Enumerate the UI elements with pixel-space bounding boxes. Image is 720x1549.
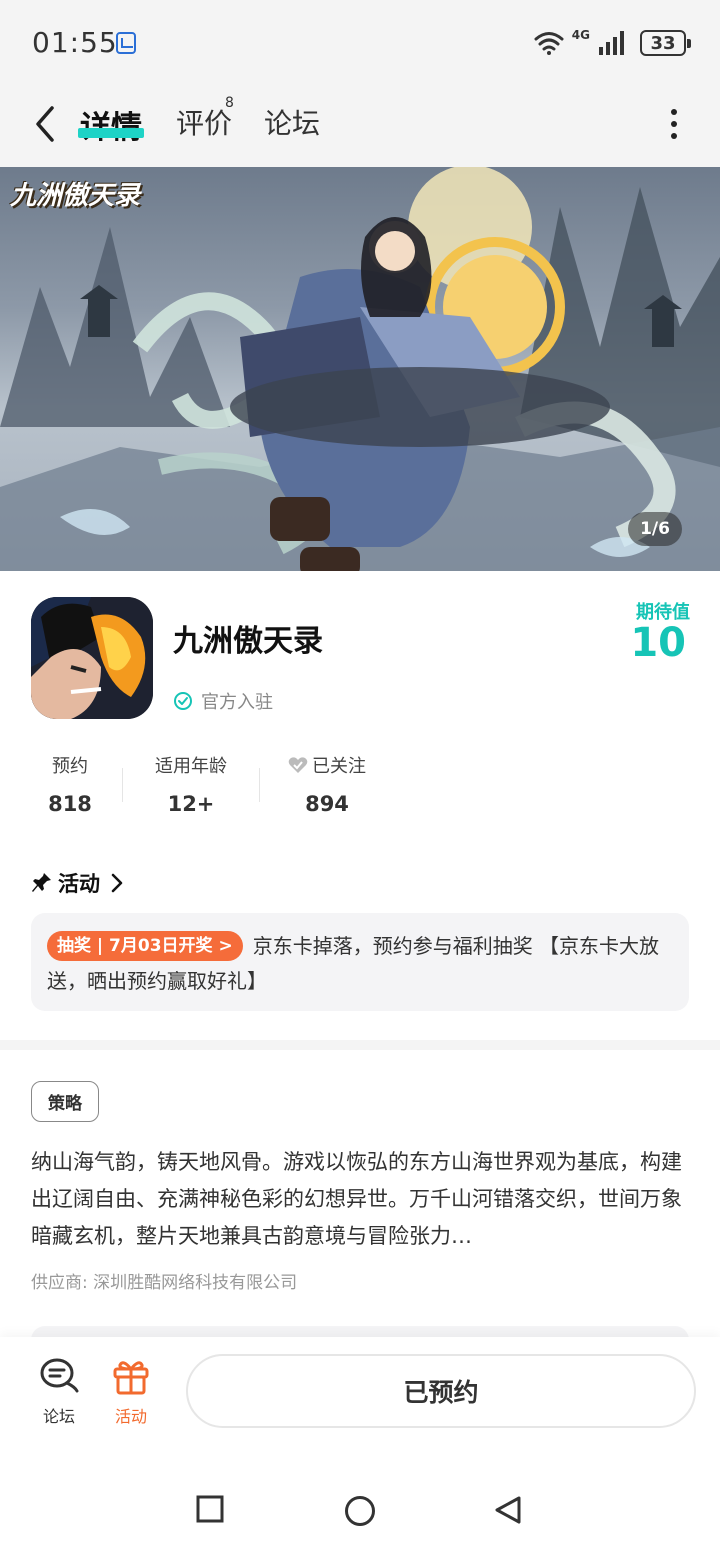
hero-logo-text: 九洲傲天录 [10, 181, 141, 211]
system-navigation-bar [0, 1457, 720, 1549]
status-time: 01:55 [32, 26, 118, 59]
stat-reservations: 预约 818 [40, 752, 100, 816]
stat-label: 预约 [52, 756, 88, 777]
game-description[interactable]: 纳山海气韵，铸天地风骨。游戏以恢弘的东方山海世界观为基底，构建出辽阔自由、充满神… [31, 1144, 691, 1255]
stat-divider [122, 768, 123, 802]
tab-detail[interactable]: 详情 [80, 102, 142, 147]
hero-image-counter: 1/6 [628, 512, 682, 546]
stat-label-text: 已关注 [312, 756, 366, 777]
tab-forum[interactable]: 论坛 [264, 102, 320, 142]
signal-icon [599, 31, 624, 55]
tab-review[interactable]: 评价 [176, 102, 232, 142]
verified-check-icon [174, 692, 192, 710]
stat-value: 12+ [167, 792, 215, 816]
app-notification-icon [116, 32, 136, 54]
activity-content: 抽奖 | 7月03日开奖 > 京东卡掉落，预约参与福利抽奖 【京东卡大放送，晒出预… [47, 929, 673, 999]
active-tab-indicator [78, 128, 144, 138]
recent-apps-icon[interactable] [196, 1495, 224, 1523]
hero-artwork [0, 167, 720, 571]
stat-divider [259, 768, 260, 802]
more-icon[interactable] [670, 108, 678, 140]
activity-button[interactable]: 活动 [101, 1357, 161, 1427]
forum-button[interactable]: 论坛 [29, 1357, 89, 1427]
stat-age-rating: 适用年龄 12+ [148, 752, 234, 816]
forum-label: 论坛 [42, 1407, 75, 1426]
status-indicators: 4G 33 [534, 28, 691, 58]
gift-icon [113, 1361, 149, 1395]
hero-banner[interactable]: 九洲傲天录 [0, 167, 720, 571]
stat-value: 818 [48, 792, 92, 816]
activity-title: 活动 [58, 872, 100, 896]
app-name: 九洲傲天录 [173, 624, 323, 659]
chevron-right-icon [111, 873, 123, 893]
battery-icon: 33 [640, 30, 691, 56]
app-icon [31, 597, 153, 719]
expect-value: 10 [630, 620, 686, 666]
lottery-badge[interactable]: 抽奖 | 7月03日开奖 > [47, 931, 243, 961]
verified-badge: 官方入驻 [173, 688, 273, 714]
strategy-tag[interactable]: 策略 [31, 1081, 99, 1122]
forum-icon [40, 1358, 79, 1393]
network-type: 4G [571, 28, 590, 42]
wifi-icon [534, 32, 564, 55]
section-divider [0, 1040, 720, 1050]
stat-value: 894 [305, 792, 349, 816]
reserved-button[interactable]: 已预约 [186, 1354, 696, 1428]
status-bar: 01:55 4G 33 [0, 0, 720, 86]
activity-label: 活动 [114, 1407, 147, 1426]
activity-header[interactable]: 活动 [32, 868, 124, 898]
bottom-action-bar: 论坛 活动 已预约 [0, 1337, 720, 1457]
heart-icon [288, 757, 308, 773]
stat-label: 适用年龄 [155, 756, 227, 777]
pin-icon [32, 873, 51, 892]
review-count-badge: 8 [225, 95, 234, 111]
stat-followers[interactable]: 已关注 894 [284, 752, 370, 816]
verified-label: 官方入驻 [201, 692, 273, 713]
activity-card[interactable]: 抽奖 | 7月03日开奖 > 京东卡掉落，预约参与福利抽奖 【京东卡大放送，晒出预… [31, 913, 689, 1011]
home-icon[interactable] [344, 1495, 376, 1527]
stat-label-followers: 已关注 [284, 752, 370, 778]
top-nav: 详情 评价 论坛 [0, 86, 720, 167]
back-icon[interactable] [30, 104, 60, 144]
supplier-info: 供应商: 深圳胜酷网络科技有限公司 [31, 1273, 298, 1293]
back-nav-icon[interactable] [494, 1495, 522, 1525]
